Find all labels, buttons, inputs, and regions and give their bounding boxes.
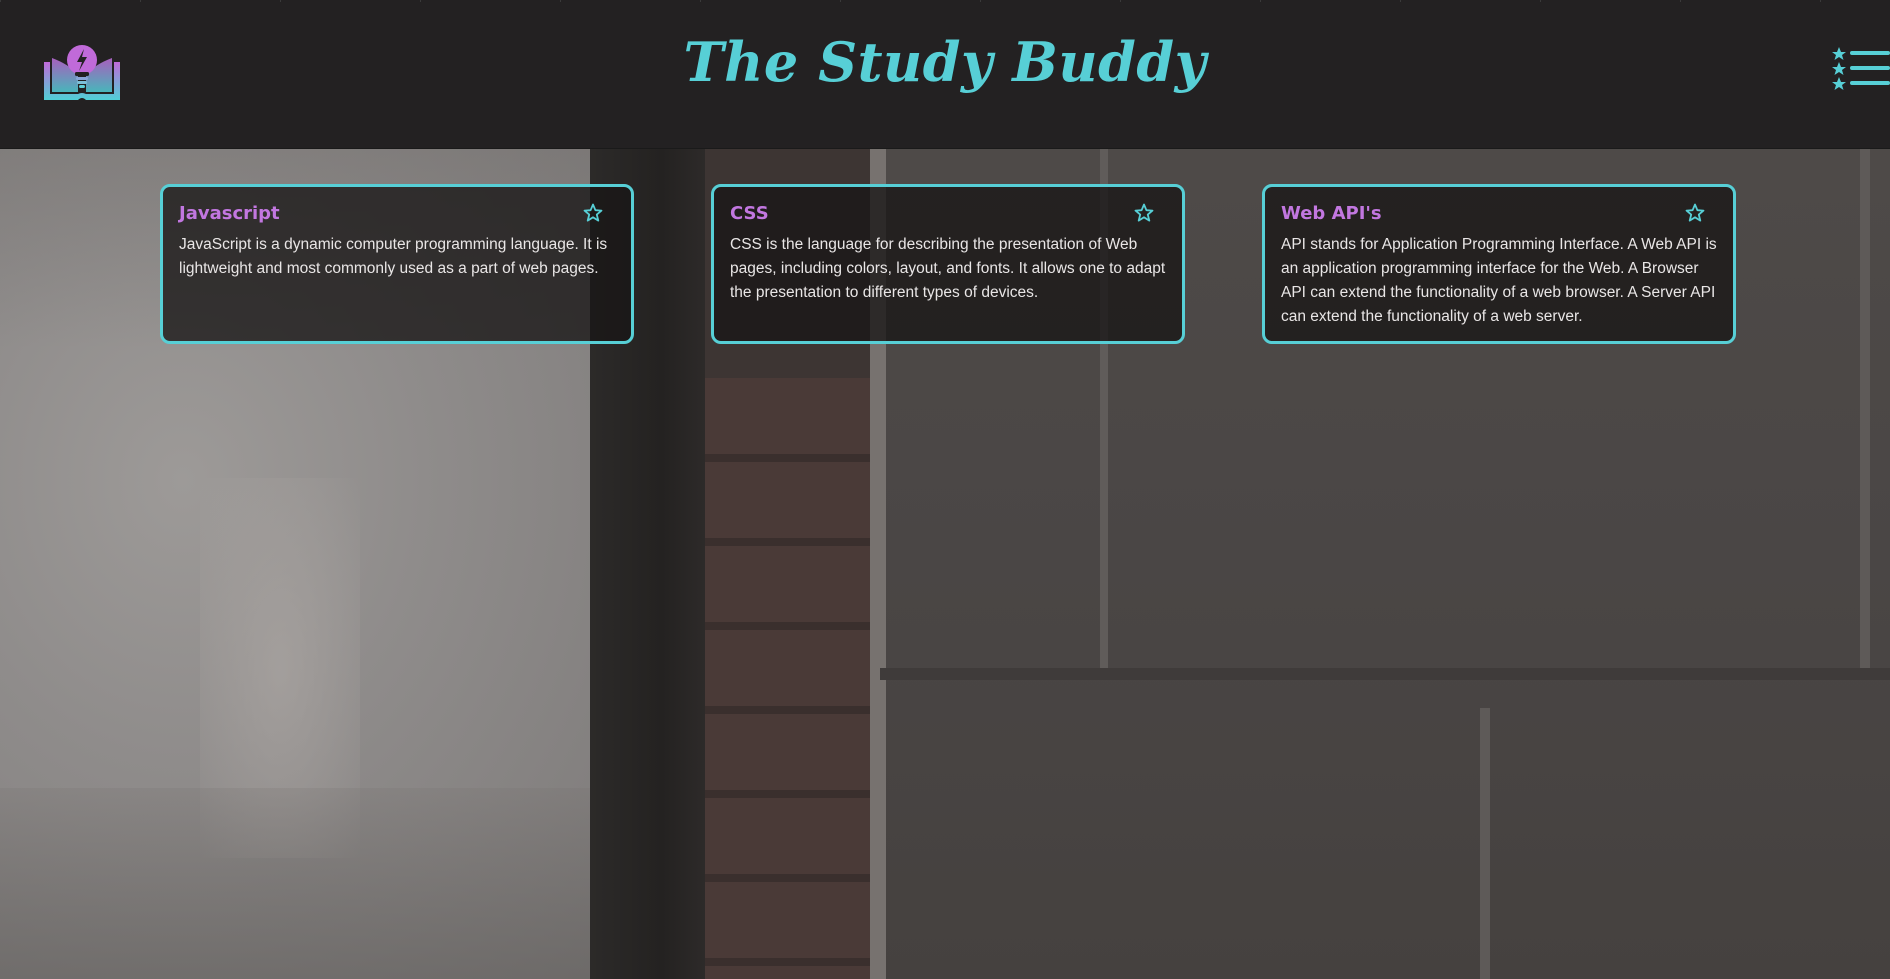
background-brick-column: [705, 378, 875, 979]
background-wall-joint: [1860, 148, 1870, 668]
topic-card-css[interactable]: CSS CSS is the language for describing t…: [711, 184, 1185, 344]
starred-list-menu-icon[interactable]: [1832, 46, 1890, 92]
card-title: CSS: [730, 203, 769, 224]
card-description: CSS is the language for describing the p…: [730, 236, 1166, 301]
topic-card-javascript[interactable]: Javascript JavaScript is a dynamic compu…: [160, 184, 634, 344]
background-ground: [0, 788, 610, 979]
topic-card-web-apis[interactable]: Web API's API stands for Application Pro…: [1262, 184, 1736, 344]
page: The Study Buddy Javascript JavaScript is…: [0, 0, 1890, 979]
header-top-border: [0, 0, 1890, 2]
background-wall-joint: [880, 668, 1890, 680]
card-description: JavaScript is a dynamic computer program…: [179, 236, 608, 277]
card-title: Web API's: [1281, 203, 1382, 224]
star-outline-icon[interactable]: [1134, 203, 1154, 223]
star-outline-icon[interactable]: [1685, 203, 1705, 223]
site-header: The Study Buddy: [0, 0, 1890, 149]
site-title: The Study Buddy: [683, 30, 1207, 94]
star-outline-icon[interactable]: [583, 203, 603, 223]
card-description: API stands for Application Programming I…: [1281, 236, 1717, 325]
background-wall-joint: [1480, 708, 1490, 979]
card-title: Javascript: [179, 203, 280, 224]
